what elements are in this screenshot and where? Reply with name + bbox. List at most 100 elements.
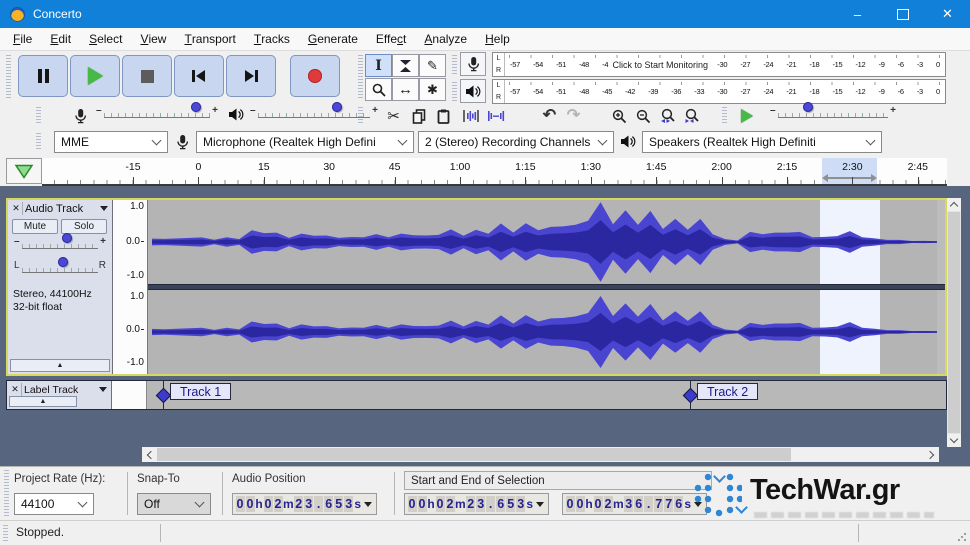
recording-channels-dropdown[interactable]: 2 (Stereo) Recording Channels	[418, 131, 614, 153]
scroll-right-button[interactable]	[924, 447, 939, 462]
time-field-char[interactable]: s	[526, 497, 534, 511]
time-field-char[interactable]: h	[427, 497, 435, 511]
zoom-tool-button[interactable]	[365, 78, 392, 101]
time-field-caret-icon[interactable]	[363, 501, 372, 507]
time-field-char[interactable]: 0	[565, 496, 575, 512]
menu-transport[interactable]: Transport	[175, 28, 244, 50]
time-field-char[interactable]: 0	[575, 496, 585, 512]
label-marker-handle[interactable]	[155, 387, 172, 404]
redo-button[interactable]: ↷	[562, 105, 585, 127]
time-field-char[interactable]: 2	[466, 496, 476, 512]
time-field-char[interactable]: h	[585, 497, 593, 511]
menu-help[interactable]: Help	[476, 28, 519, 50]
time-field-char[interactable]: 7	[654, 496, 664, 512]
vertical-scale-ruler[interactable]: 1.0 0.0 -1.0 1.0 0.0 -1.0	[113, 200, 148, 374]
waveform-channel-right[interactable]	[148, 290, 945, 374]
pause-button[interactable]	[18, 55, 68, 97]
collapse-track-button[interactable]: ▲	[9, 396, 77, 407]
scroll-down-button[interactable]	[947, 434, 961, 447]
skip-to-end-button[interactable]	[226, 55, 276, 97]
track-workspace[interactable]: ✕ Audio Track Mute Solo – + LR Stereo, 44…	[0, 186, 970, 466]
menu-generate[interactable]: Generate	[299, 28, 367, 50]
label-track[interactable]: ✕ Label Track ▲ Track 1 Track 2	[6, 380, 947, 410]
time-field-char[interactable]: 6	[496, 496, 506, 512]
time-field-char[interactable]: 3	[304, 496, 314, 512]
resize-grip[interactable]	[957, 532, 967, 542]
recording-volume-slider[interactable]: – +	[96, 102, 218, 125]
time-field-char[interactable]: 5	[334, 496, 344, 512]
time-field-char[interactable]: 2	[603, 496, 613, 512]
waveform-area[interactable]	[148, 200, 945, 374]
zoom-fit-button[interactable]	[680, 105, 703, 127]
time-field-char[interactable]: 6	[674, 496, 684, 512]
menu-analyze[interactable]: Analyze	[415, 28, 476, 50]
time-field-char[interactable]: 3	[624, 496, 634, 512]
trim-audio-button[interactable]	[459, 105, 482, 127]
time-field-char[interactable]: 0	[235, 496, 245, 512]
audio-track[interactable]: ✕ Audio Track Mute Solo – + LR Stereo, 44…	[6, 198, 947, 376]
play-at-speed-button[interactable]	[734, 105, 760, 127]
toolbar-grip[interactable]	[452, 55, 457, 75]
time-field-char[interactable]: h	[255, 497, 263, 511]
time-field-char[interactable]: 2	[273, 496, 283, 512]
vertical-scrollbar[interactable]	[947, 198, 961, 447]
pan-slider[interactable]: LR	[14, 257, 106, 280]
pinned-playhead-button[interactable]	[6, 158, 42, 184]
zoom-to-selection-button[interactable]	[656, 105, 679, 127]
time-field-char[interactable]: 2	[294, 496, 304, 512]
playback-device-dropdown[interactable]: Speakers (Realtek High Definiti	[642, 131, 882, 153]
toolbar-grip[interactable]	[36, 133, 41, 151]
menu-tracks[interactable]: Tracks	[245, 28, 299, 50]
recording-meter[interactable]: LR -57-54-51-48-45-42-39-36-33-30-27-24-…	[492, 52, 946, 77]
menu-select[interactable]: Select	[80, 28, 131, 50]
close-track-button[interactable]: ✕	[9, 383, 22, 396]
time-field-char[interactable]: 0	[263, 496, 273, 512]
time-field-caret-icon[interactable]	[535, 501, 544, 507]
time-field-char[interactable]: 0	[417, 496, 427, 512]
recording-meter-mic-button[interactable]	[460, 52, 486, 76]
mute-button[interactable]: Mute	[12, 219, 58, 234]
snap-to-dropdown[interactable]: Off	[137, 493, 211, 515]
recording-volume-slider-thumb[interactable]	[191, 102, 202, 112]
menu-effect[interactable]: Effe c t	[367, 28, 415, 50]
play-button[interactable]	[70, 55, 120, 97]
audio-position-field[interactable]: 00h02m23.653s	[232, 493, 377, 515]
toolbar-grip[interactable]	[358, 107, 363, 125]
scroll-left-button[interactable]	[142, 447, 157, 462]
time-field-char[interactable]: s	[684, 497, 692, 511]
gain-slider-thumb[interactable]	[61, 233, 72, 243]
time-field-char[interactable]: 0	[593, 496, 603, 512]
minimize-button[interactable]: –	[835, 0, 880, 28]
time-shift-tool-button[interactable]: ↔	[392, 78, 419, 101]
play-speed-slider[interactable]: – +	[770, 102, 896, 125]
label-track-content[interactable]: Track 1 Track 2	[147, 381, 946, 409]
maximize-button[interactable]	[880, 0, 925, 28]
toolbar-grip[interactable]	[36, 107, 41, 125]
toolbar-grip[interactable]	[3, 525, 8, 541]
audio-host-dropdown[interactable]: MME	[54, 131, 168, 153]
selection-mode-dropdown[interactable]: Start and End of Selection	[404, 471, 712, 490]
zoom-in-button[interactable]	[608, 105, 631, 127]
monitoring-overlay[interactable]: Click to Start Monitoring	[608, 59, 713, 70]
time-field-char[interactable]: 0	[245, 496, 255, 512]
toolbar-grip[interactable]	[6, 55, 11, 99]
scroll-up-button[interactable]	[947, 198, 961, 211]
label-flag[interactable]: Track 1	[170, 383, 232, 400]
menu-file[interactable]: File	[4, 28, 41, 50]
silence-audio-button[interactable]	[484, 105, 507, 127]
horizontal-scrollbar[interactable]	[142, 447, 939, 462]
draw-tool-button[interactable]: ✎	[419, 54, 446, 77]
horizontal-scroll-thumb[interactable]	[157, 448, 791, 461]
titlebar[interactable]: Concerto – ✕	[0, 0, 970, 28]
selection-start-field[interactable]: 00h02m23.653s	[404, 493, 549, 515]
stop-button[interactable]	[122, 55, 172, 97]
paste-button[interactable]	[432, 105, 455, 127]
solo-button[interactable]: Solo	[61, 219, 107, 234]
time-field-char[interactable]: 3	[476, 496, 486, 512]
play-speed-slider-thumb[interactable]	[802, 102, 813, 112]
selection-end-field[interactable]: 00h02m36.776s	[562, 493, 707, 515]
multi-tool-button[interactable]: ✱	[419, 78, 446, 101]
cut-button[interactable]: ✂	[382, 105, 405, 127]
playback-meter-speaker-button[interactable]	[460, 79, 486, 103]
project-rate-dropdown[interactable]: 44100	[14, 493, 94, 515]
